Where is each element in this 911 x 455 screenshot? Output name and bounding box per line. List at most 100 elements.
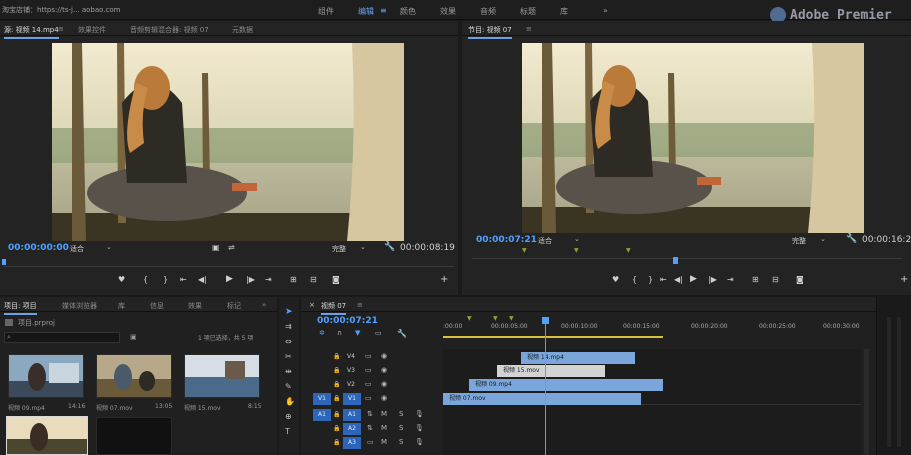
- sync-icon[interactable]: ▭: [367, 438, 374, 446]
- new-bin-icon[interactable]: ▣: [130, 333, 137, 341]
- zoom-tool-icon[interactable]: ⊕: [285, 412, 292, 421]
- source-playhead[interactable]: [2, 259, 6, 265]
- step-forward-icon[interactable]: |▶: [246, 275, 255, 284]
- timeline-timecode[interactable]: 00:00:07:21: [317, 316, 378, 326]
- lock-icon[interactable]: 🔒: [333, 381, 340, 388]
- add-marker-icon[interactable]: ▼: [355, 329, 360, 337]
- lock-icon[interactable]: 🔒: [333, 395, 340, 402]
- play-icon[interactable]: ▶: [226, 274, 233, 284]
- program-fit-select[interactable]: 适合: [538, 236, 552, 246]
- workspace-tab-6[interactable]: 库: [560, 6, 568, 17]
- in-point-icon[interactable]: {: [632, 275, 637, 284]
- go-to-in-icon[interactable]: ⇤: [660, 275, 667, 284]
- lock-icon[interactable]: 🔒: [333, 425, 340, 432]
- source-quality-select[interactable]: 完整: [332, 244, 346, 254]
- clip-v1[interactable]: 视频 07.mov: [443, 393, 641, 405]
- sync-icon[interactable]: ▭: [365, 366, 372, 374]
- sync-icon[interactable]: ⇅: [367, 410, 373, 418]
- workspace-tab-4[interactable]: 音频: [480, 6, 496, 17]
- tab-project[interactable]: 项目: 项目: [4, 301, 37, 315]
- marker-icon[interactable]: ♥: [612, 275, 619, 284]
- marker-icon[interactable]: ♥: [118, 275, 125, 284]
- in-point-icon[interactable]: {: [143, 275, 148, 284]
- track-target-v1[interactable]: V1: [343, 393, 361, 405]
- track-target-a2[interactable]: A2: [343, 423, 361, 435]
- lock-icon[interactable]: 🔒: [333, 439, 340, 446]
- tab-metadata[interactable]: 元数据: [232, 25, 253, 35]
- eye-icon[interactable]: ◉: [381, 366, 387, 374]
- mic-icon[interactable]: 🎙: [415, 438, 424, 446]
- workspace-tab-3[interactable]: 效果: [440, 6, 456, 17]
- playhead-handle[interactable]: [542, 317, 549, 324]
- mic-icon[interactable]: 🎙: [415, 410, 424, 418]
- tab-sequence[interactable]: 视频 07: [321, 301, 347, 315]
- type-tool-icon[interactable]: T: [285, 427, 290, 436]
- source-fit-select[interactable]: 适合: [70, 244, 84, 254]
- thumb-item-5[interactable]: [96, 417, 172, 455]
- source-timecode-in[interactable]: 00:00:00:00: [8, 243, 69, 253]
- workspace-tab-edit[interactable]: 编辑: [358, 6, 374, 17]
- solo-icon[interactable]: S: [399, 438, 403, 446]
- razor-tool-icon[interactable]: ✂: [285, 352, 292, 361]
- timeline-scrollbar[interactable]: [864, 349, 869, 455]
- track-target-a3[interactable]: A3: [343, 437, 361, 449]
- program-ruler[interactable]: [472, 249, 902, 259]
- chevron-down-icon[interactable]: ⌄: [106, 243, 112, 251]
- timeline-ruler[interactable]: :00:00 00:00:05:00 00:00:10:00 00:00:15:…: [443, 315, 863, 339]
- step-back-icon[interactable]: ◀|: [198, 275, 207, 284]
- workspace-more-button[interactable]: »: [603, 6, 608, 15]
- workspace-tab-0[interactable]: 组件: [318, 6, 334, 17]
- track-area[interactable]: 视频 14.mp4 视频 15.mov 视频 09.mp4 视频 07.mov: [443, 317, 861, 455]
- thumb-item-3[interactable]: [184, 354, 260, 398]
- play-icon[interactable]: ▶: [690, 274, 697, 284]
- track-target-a1[interactable]: A1: [343, 409, 361, 421]
- tab-effects[interactable]: 效果: [188, 301, 202, 311]
- tab-menu-icon[interactable]: ≡: [58, 25, 64, 33]
- wrench-icon[interactable]: 🔧: [846, 234, 857, 244]
- pen-tool-icon[interactable]: ✎: [285, 382, 292, 391]
- extract-icon[interactable]: ⊟: [772, 275, 779, 284]
- workspace-tab-5[interactable]: 标题: [520, 6, 536, 17]
- slip-tool-icon[interactable]: ⇹: [285, 367, 292, 376]
- program-quality-select[interactable]: 完整: [792, 236, 806, 246]
- insert-icon[interactable]: ▣: [212, 243, 220, 252]
- ripple-edit-tool-icon[interactable]: ⇔: [285, 337, 292, 346]
- tab-media-browser[interactable]: 媒体浏览器: [62, 301, 97, 311]
- source-ruler[interactable]: [4, 257, 454, 267]
- mute-icon[interactable]: M: [381, 410, 387, 418]
- clip-v4[interactable]: 视频 14.mp4: [521, 352, 635, 364]
- program-timecode[interactable]: 00:00:07:21: [476, 235, 537, 245]
- chevron-down-icon[interactable]: ⌄: [820, 235, 826, 243]
- mic-icon[interactable]: 🎙: [415, 424, 424, 432]
- chevron-down-icon[interactable]: ⌄: [574, 235, 580, 243]
- step-forward-icon[interactable]: |▶: [708, 275, 717, 284]
- go-to-out-icon[interactable]: ⇥: [727, 275, 734, 284]
- lift-icon[interactable]: ⊞: [752, 275, 759, 284]
- out-point-icon[interactable]: }: [163, 275, 168, 284]
- project-search-input[interactable]: ⌕: [4, 332, 120, 343]
- mute-icon[interactable]: M: [381, 438, 387, 446]
- sync-icon[interactable]: ▭: [365, 394, 372, 402]
- chevron-down-icon[interactable]: ⌄: [360, 243, 366, 251]
- tab-markers[interactable]: 标记: [227, 301, 241, 311]
- track-select-tool-icon[interactable]: ⇉: [285, 322, 292, 331]
- thumb-item-4-selected[interactable]: [6, 416, 88, 455]
- camera-icon[interactable]: ◙: [332, 275, 340, 284]
- eye-icon[interactable]: ◉: [381, 352, 387, 360]
- tab-menu-icon[interactable]: ≡: [526, 25, 532, 33]
- mute-icon[interactable]: M: [381, 424, 387, 432]
- tab-info[interactable]: 信息: [150, 301, 164, 311]
- step-back-icon[interactable]: ◀|: [674, 275, 683, 284]
- wrench-icon[interactable]: 🔧: [384, 242, 395, 252]
- linked-selection-icon[interactable]: ∩: [337, 329, 342, 337]
- eye-icon[interactable]: ◉: [381, 394, 387, 402]
- tab-source[interactable]: 源: 视频 14.mp4: [4, 25, 59, 39]
- lock-icon[interactable]: 🔒: [333, 353, 340, 360]
- sync-icon[interactable]: ▭: [365, 352, 372, 360]
- wrench-icon[interactable]: 🔧: [397, 329, 407, 338]
- snap-icon[interactable]: ✲: [319, 329, 325, 337]
- source-patch-a1[interactable]: A1: [313, 409, 331, 421]
- insert-clip-icon[interactable]: ⊞: [290, 275, 297, 284]
- work-area-bar[interactable]: [443, 336, 663, 338]
- tab-program[interactable]: 节目: 视频 07: [468, 25, 512, 39]
